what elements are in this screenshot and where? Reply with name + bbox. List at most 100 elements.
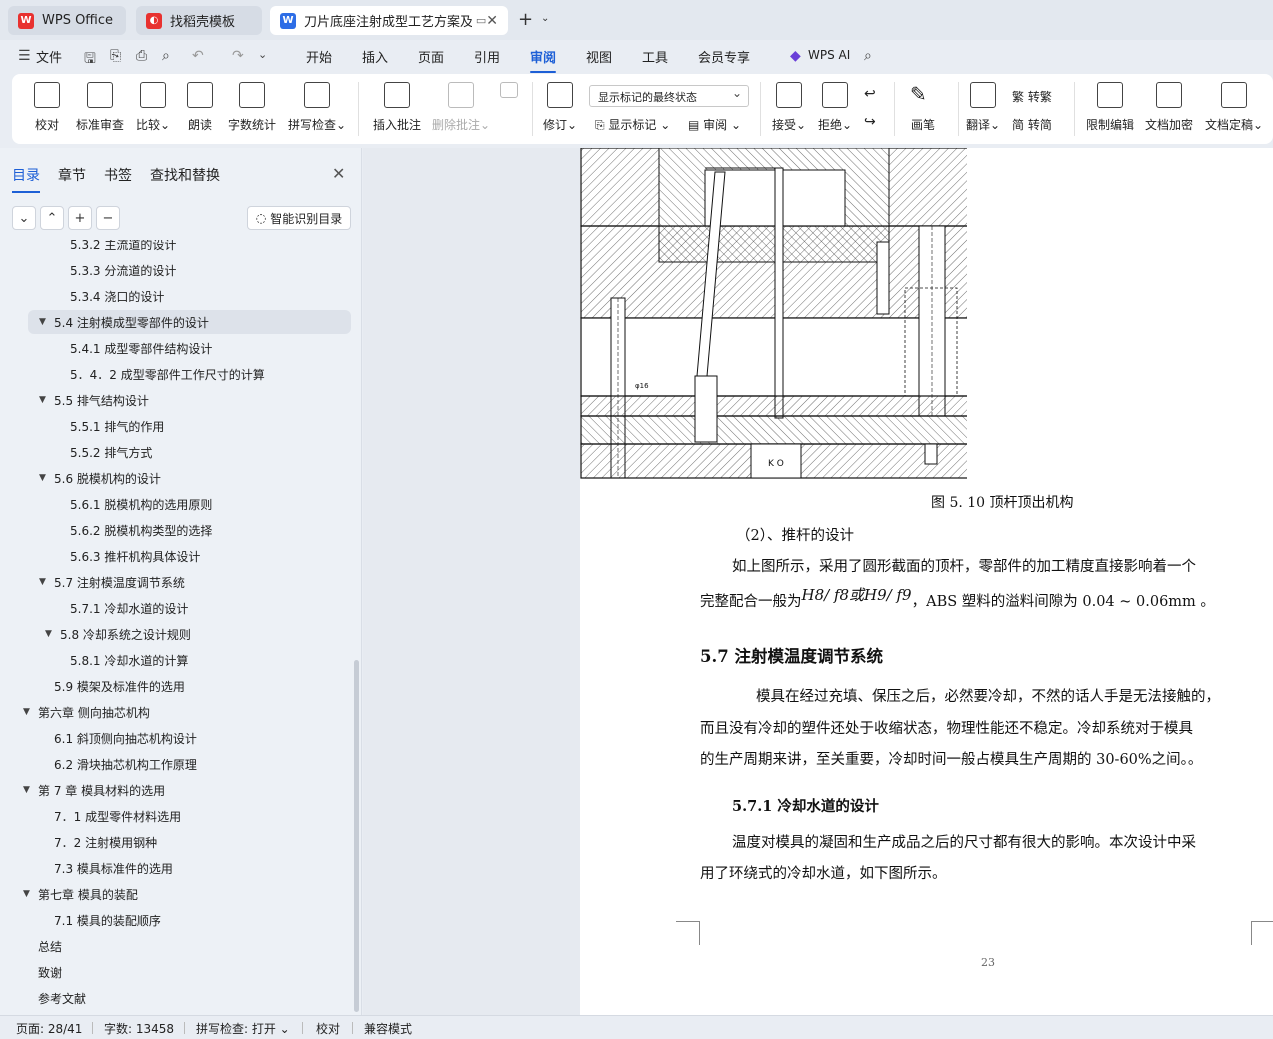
toc-item[interactable]: 6.2 滑块抽芯机构工作原理: [0, 752, 352, 776]
tab-wps-office[interactable]: W WPS Office: [8, 6, 126, 35]
next-change-icon[interactable]: ↪: [864, 114, 876, 130]
toc-item[interactable]: 7.3 模具标准件的选用: [0, 856, 352, 880]
restrict-edit-button[interactable]: 限制编辑: [1086, 82, 1134, 133]
monitor-icon[interactable]: ▭: [476, 14, 486, 27]
menu-page[interactable]: 页面: [418, 47, 444, 66]
toc-item[interactable]: 5.4.1 成型零部件结构设计: [0, 336, 352, 360]
accept-button[interactable]: 接受⌄: [772, 82, 806, 133]
smart-toc-button[interactable]: ◌ 智能识别目录: [247, 206, 351, 230]
toc-item[interactable]: 7．2 注射模用钢种: [0, 830, 352, 854]
delete-comment-button[interactable]: 删除批注⌄: [432, 82, 490, 133]
translate-button[interactable]: 翻译⌄: [966, 82, 1000, 133]
toc-item[interactable]: ▼ 第六章 侧向抽芯机构: [0, 700, 352, 724]
word-count-indicator[interactable]: 字数: 13458: [104, 1020, 174, 1037]
redo-icon[interactable]: ↷: [232, 48, 244, 64]
expand-caret-icon[interactable]: ▼: [39, 473, 46, 483]
toc-item[interactable]: 5.9 模架及标准件的选用: [0, 674, 352, 698]
expand-caret-icon[interactable]: ▼: [39, 395, 46, 405]
menu-view[interactable]: 视图: [586, 47, 612, 66]
toc-item[interactable]: 5．4．2 成型零部件工作尺寸的计算: [0, 362, 352, 386]
expand-caret-icon[interactable]: ▼: [23, 707, 30, 717]
expand-up-button[interactable]: ⌃: [40, 206, 64, 230]
toc-item[interactable]: 5.7.1 冷却水道的设计: [0, 596, 352, 620]
new-tab-icon[interactable]: +: [518, 9, 533, 30]
toc-item[interactable]: 总结: [0, 934, 352, 958]
toc-item[interactable]: ▼ 5.8 冷却系统之设计规则: [0, 622, 352, 646]
toc-item[interactable]: 6.1 斜顶侧向抽芯机构设计: [0, 726, 352, 750]
menu-review[interactable]: 审阅: [530, 47, 557, 73]
menu-wps-ai[interactable]: WPS AI: [808, 48, 850, 62]
tab-document[interactable]: W 刀片底座注射成型工艺方案及模具设计 ▭ ✕: [270, 6, 508, 35]
menu-member[interactable]: 会员专享: [698, 47, 750, 66]
save-icon[interactable]: 🖫: [84, 48, 96, 72]
word-count-button[interactable]: 字数统计: [228, 82, 276, 133]
remove-heading-button[interactable]: −: [96, 206, 120, 230]
print-preview-icon[interactable]: ⌕: [162, 48, 170, 64]
expand-caret-icon[interactable]: ▼: [23, 889, 30, 899]
close-tab-icon[interactable]: ✕: [486, 13, 498, 29]
toc-item[interactable]: 7.1 模具的装配顺序: [0, 908, 352, 932]
toc-item[interactable]: 5.5.1 排气的作用: [0, 414, 352, 438]
panel-tab-find-replace[interactable]: 查找和替换: [150, 165, 220, 185]
collapse-all-button[interactable]: ⌄: [12, 206, 36, 230]
print-icon[interactable]: ⎙: [136, 48, 147, 64]
toc-item[interactable]: ▼ 5.5 排气结构设计: [0, 388, 352, 412]
revise-button[interactable]: 修订⌄: [543, 82, 577, 133]
expand-caret-icon[interactable]: ▼: [45, 629, 52, 639]
panel-tab-toc[interactable]: 目录: [12, 165, 40, 193]
toc-item[interactable]: 5.8.1 冷却水道的计算: [0, 648, 352, 672]
toc-item[interactable]: ▼ 5.4 注射模成型零部件的设计: [28, 310, 351, 334]
panel-tab-bookmark[interactable]: 书签: [104, 165, 132, 185]
toc-scrollbar[interactable]: [354, 660, 359, 1012]
toc-item[interactable]: 5.3.3 分流道的设计: [0, 258, 352, 282]
menu-reference[interactable]: 引用: [474, 47, 500, 66]
markup-state-select[interactable]: 显示标记的最终状态: [589, 85, 749, 107]
insert-comment-button[interactable]: 插入批注: [373, 82, 421, 133]
hamburger-icon[interactable]: ☰: [18, 48, 31, 64]
doc-finalize-button[interactable]: 文档定稿⌄: [1205, 82, 1263, 133]
export-pdf-icon[interactable]: ⎘: [110, 48, 121, 64]
read-aloud-button[interactable]: 朗读: [187, 82, 213, 133]
spell-check-button[interactable]: 拼写检查⌄: [288, 82, 346, 133]
show-markup-button[interactable]: ⎘ 显示标记 ⌄: [595, 116, 670, 133]
compare-button[interactable]: 比较⌄: [136, 82, 170, 133]
toc-item[interactable]: ▼ 第七章 模具的装配: [0, 882, 352, 906]
undo-icon[interactable]: ↶: [192, 48, 204, 64]
doc-encrypt-button[interactable]: 文档加密: [1145, 82, 1193, 133]
toc-item[interactable]: 5.5.2 排气方式: [0, 440, 352, 464]
ink-button[interactable]: ✎ 画笔: [910, 82, 936, 133]
expand-caret-icon[interactable]: ▼: [39, 577, 46, 587]
add-heading-button[interactable]: +: [68, 206, 92, 230]
to-simplified-button[interactable]: 简 转简: [1012, 116, 1052, 133]
standard-review-button[interactable]: 标准审查: [76, 82, 124, 133]
wps-ai-icon[interactable]: ◆: [790, 48, 801, 64]
toc-item[interactable]: 7．1 成型零件材料选用: [0, 804, 352, 828]
menu-start[interactable]: 开始: [306, 47, 332, 66]
menu-file[interactable]: 文件: [36, 47, 62, 66]
toc-item[interactable]: 5.6.1 脱模机构的选用原则: [0, 492, 352, 516]
toc-item[interactable]: 参考文献: [0, 986, 352, 1010]
page-indicator[interactable]: 页面: 28/41: [16, 1020, 82, 1037]
menu-insert[interactable]: 插入: [362, 47, 388, 66]
toc-item[interactable]: ▼ 5.7 注射模温度调节系统: [0, 570, 352, 594]
expand-caret-icon[interactable]: ▼: [39, 317, 46, 327]
to-traditional-button[interactable]: 繁 转繁: [1012, 88, 1052, 105]
toc-item[interactable]: ▼ 5.6 脱模机构的设计: [0, 466, 352, 490]
tab-template[interactable]: ◐ 找稻壳模板: [136, 6, 262, 35]
spell-check-indicator[interactable]: 拼写检查: 打开 ⌄: [196, 1020, 290, 1037]
review-pane-button[interactable]: ▤ 审阅 ⌄: [688, 116, 741, 133]
proofread-button[interactable]: 校对: [34, 82, 60, 133]
panel-tab-chapter[interactable]: 章节: [58, 165, 86, 185]
toc-item[interactable]: 5.3.4 浇口的设计: [0, 284, 352, 308]
toc-item[interactable]: 致谢: [0, 960, 352, 984]
expand-caret-icon[interactable]: ▼: [23, 785, 30, 795]
previous-comment-button[interactable]: [500, 82, 518, 98]
chevron-down-icon[interactable]: ⌄: [541, 13, 549, 24]
toc-item[interactable]: 5.6.3 推杆机构具体设计: [0, 544, 352, 568]
quick-access-more-icon[interactable]: ⌄: [258, 48, 267, 61]
menu-tools[interactable]: 工具: [642, 47, 668, 66]
proofread-indicator[interactable]: 校对: [316, 1020, 340, 1037]
search-icon[interactable]: ⌕: [864, 48, 872, 64]
previous-change-icon[interactable]: ↩: [864, 86, 876, 102]
toc-item[interactable]: 5.3.2 主流道的设计: [0, 240, 352, 256]
